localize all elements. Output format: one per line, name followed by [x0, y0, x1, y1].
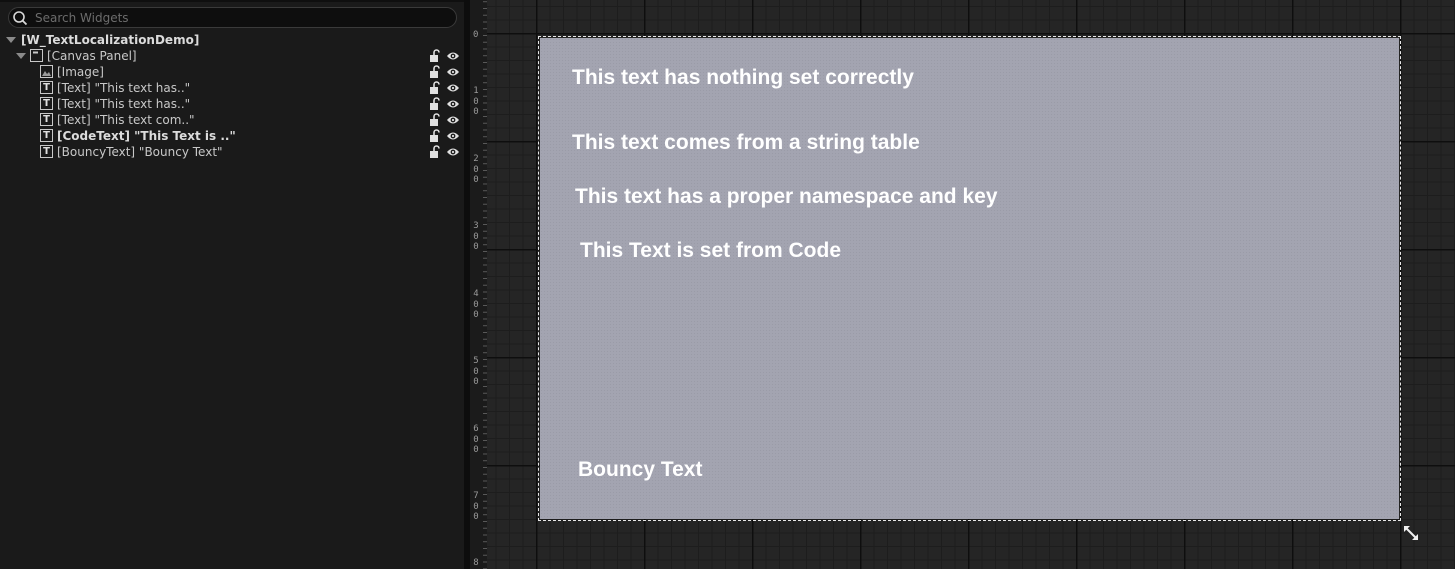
ruler-label: 4 0 0 [473, 289, 479, 320]
tree-item-label: [Image] [57, 65, 104, 79]
canvas-text-nothing-set[interactable]: This text has nothing set correctly [572, 66, 914, 90]
unlock-icon[interactable] [428, 81, 442, 95]
canvas-text-string-table[interactable]: This text comes from a string table [572, 131, 920, 155]
tree-item-label: [Text] "This text com.." [57, 113, 195, 127]
ruler-label: 5 0 0 [473, 356, 479, 387]
unlock-icon[interactable] [428, 49, 442, 63]
unlock-icon[interactable] [428, 129, 442, 143]
text-widget-icon: T [40, 97, 53, 110]
ruler-label: 2 0 0 [473, 154, 479, 185]
tree-row-root[interactable]: [W_TextLocalizationDemo] [0, 32, 464, 48]
widget-canvas[interactable]: This text has nothing set correctly This… [538, 36, 1401, 521]
tree-row-text[interactable]: T [Text] "This text com.." [0, 112, 464, 128]
expand-arrow-icon[interactable] [16, 53, 26, 59]
eye-icon[interactable] [446, 114, 460, 126]
eye-icon[interactable] [446, 50, 460, 62]
ruler-label: 6 0 0 [473, 424, 479, 455]
resize-arrows-icon[interactable] [1402, 524, 1420, 542]
text-widget-icon: T [40, 145, 53, 158]
tree-row-text[interactable]: T [Text] "This text has.." [0, 96, 464, 112]
ruler-label: 0 [473, 30, 479, 40]
unlock-icon[interactable] [428, 65, 442, 79]
eye-icon[interactable] [446, 146, 460, 158]
search-icon [12, 10, 28, 26]
eye-icon[interactable] [446, 66, 460, 78]
eye-icon[interactable] [446, 130, 460, 142]
designer-viewport[interactable]: 0 1 0 0 2 0 0 3 0 0 4 0 0 5 0 0 6 0 0 7 … [470, 0, 1455, 569]
tree-item-label: [BouncyText] "Bouncy Text" [57, 145, 223, 159]
tree-item-label: [Text] "This text has.." [57, 97, 191, 111]
tree-row-image[interactable]: [Image] [0, 64, 464, 80]
text-widget-icon: T [40, 113, 53, 126]
unlock-icon[interactable] [428, 145, 442, 159]
tree-canvas-panel-label: [Canvas Panel] [47, 49, 137, 63]
image-widget-icon [40, 65, 53, 78]
ruler-label: 8 [473, 558, 479, 568]
tree-row-text[interactable]: T [Text] "This text has.." [0, 80, 464, 96]
tree-row-canvas-panel[interactable]: [Canvas Panel] [0, 48, 464, 64]
expand-arrow-icon[interactable] [6, 37, 16, 43]
unlock-icon[interactable] [428, 113, 442, 127]
canvas-text-bouncy[interactable]: Bouncy Text [578, 458, 702, 482]
panel-top-border [0, 0, 464, 2]
unlock-icon[interactable] [428, 97, 442, 111]
ruler-label: 1 0 0 [473, 86, 479, 117]
eye-icon[interactable] [446, 82, 460, 94]
search-widgets-input[interactable] [35, 9, 445, 26]
text-widget-icon: T [40, 81, 53, 94]
vertical-ruler: 0 1 0 0 2 0 0 3 0 0 4 0 0 5 0 0 6 0 0 7 … [470, 0, 487, 569]
tree-item-label: [CodeText] "This Text is .." [57, 129, 236, 143]
search-widgets-box[interactable] [8, 7, 457, 28]
ruler-label: 7 0 0 [473, 491, 479, 522]
tree-row-bouncy-text[interactable]: T [BouncyText] "Bouncy Text" [0, 144, 464, 160]
canvas-text-from-code[interactable]: This Text is set from Code [580, 239, 841, 263]
tree-root-label: [W_TextLocalizationDemo] [21, 33, 200, 47]
text-widget-icon: T [40, 129, 53, 142]
canvas-text-namespace-key[interactable]: This text has a proper namespace and key [575, 185, 998, 209]
eye-icon[interactable] [446, 98, 460, 110]
canvas-panel-icon [30, 49, 43, 62]
tree-row-code-text[interactable]: T [CodeText] "This Text is .." [0, 128, 464, 144]
ruler-label: 3 0 0 [473, 221, 479, 252]
tree-item-label: [Text] "This text has.." [57, 81, 191, 95]
hierarchy-panel: [W_TextLocalizationDemo] [Canvas Panel] [0, 0, 464, 569]
